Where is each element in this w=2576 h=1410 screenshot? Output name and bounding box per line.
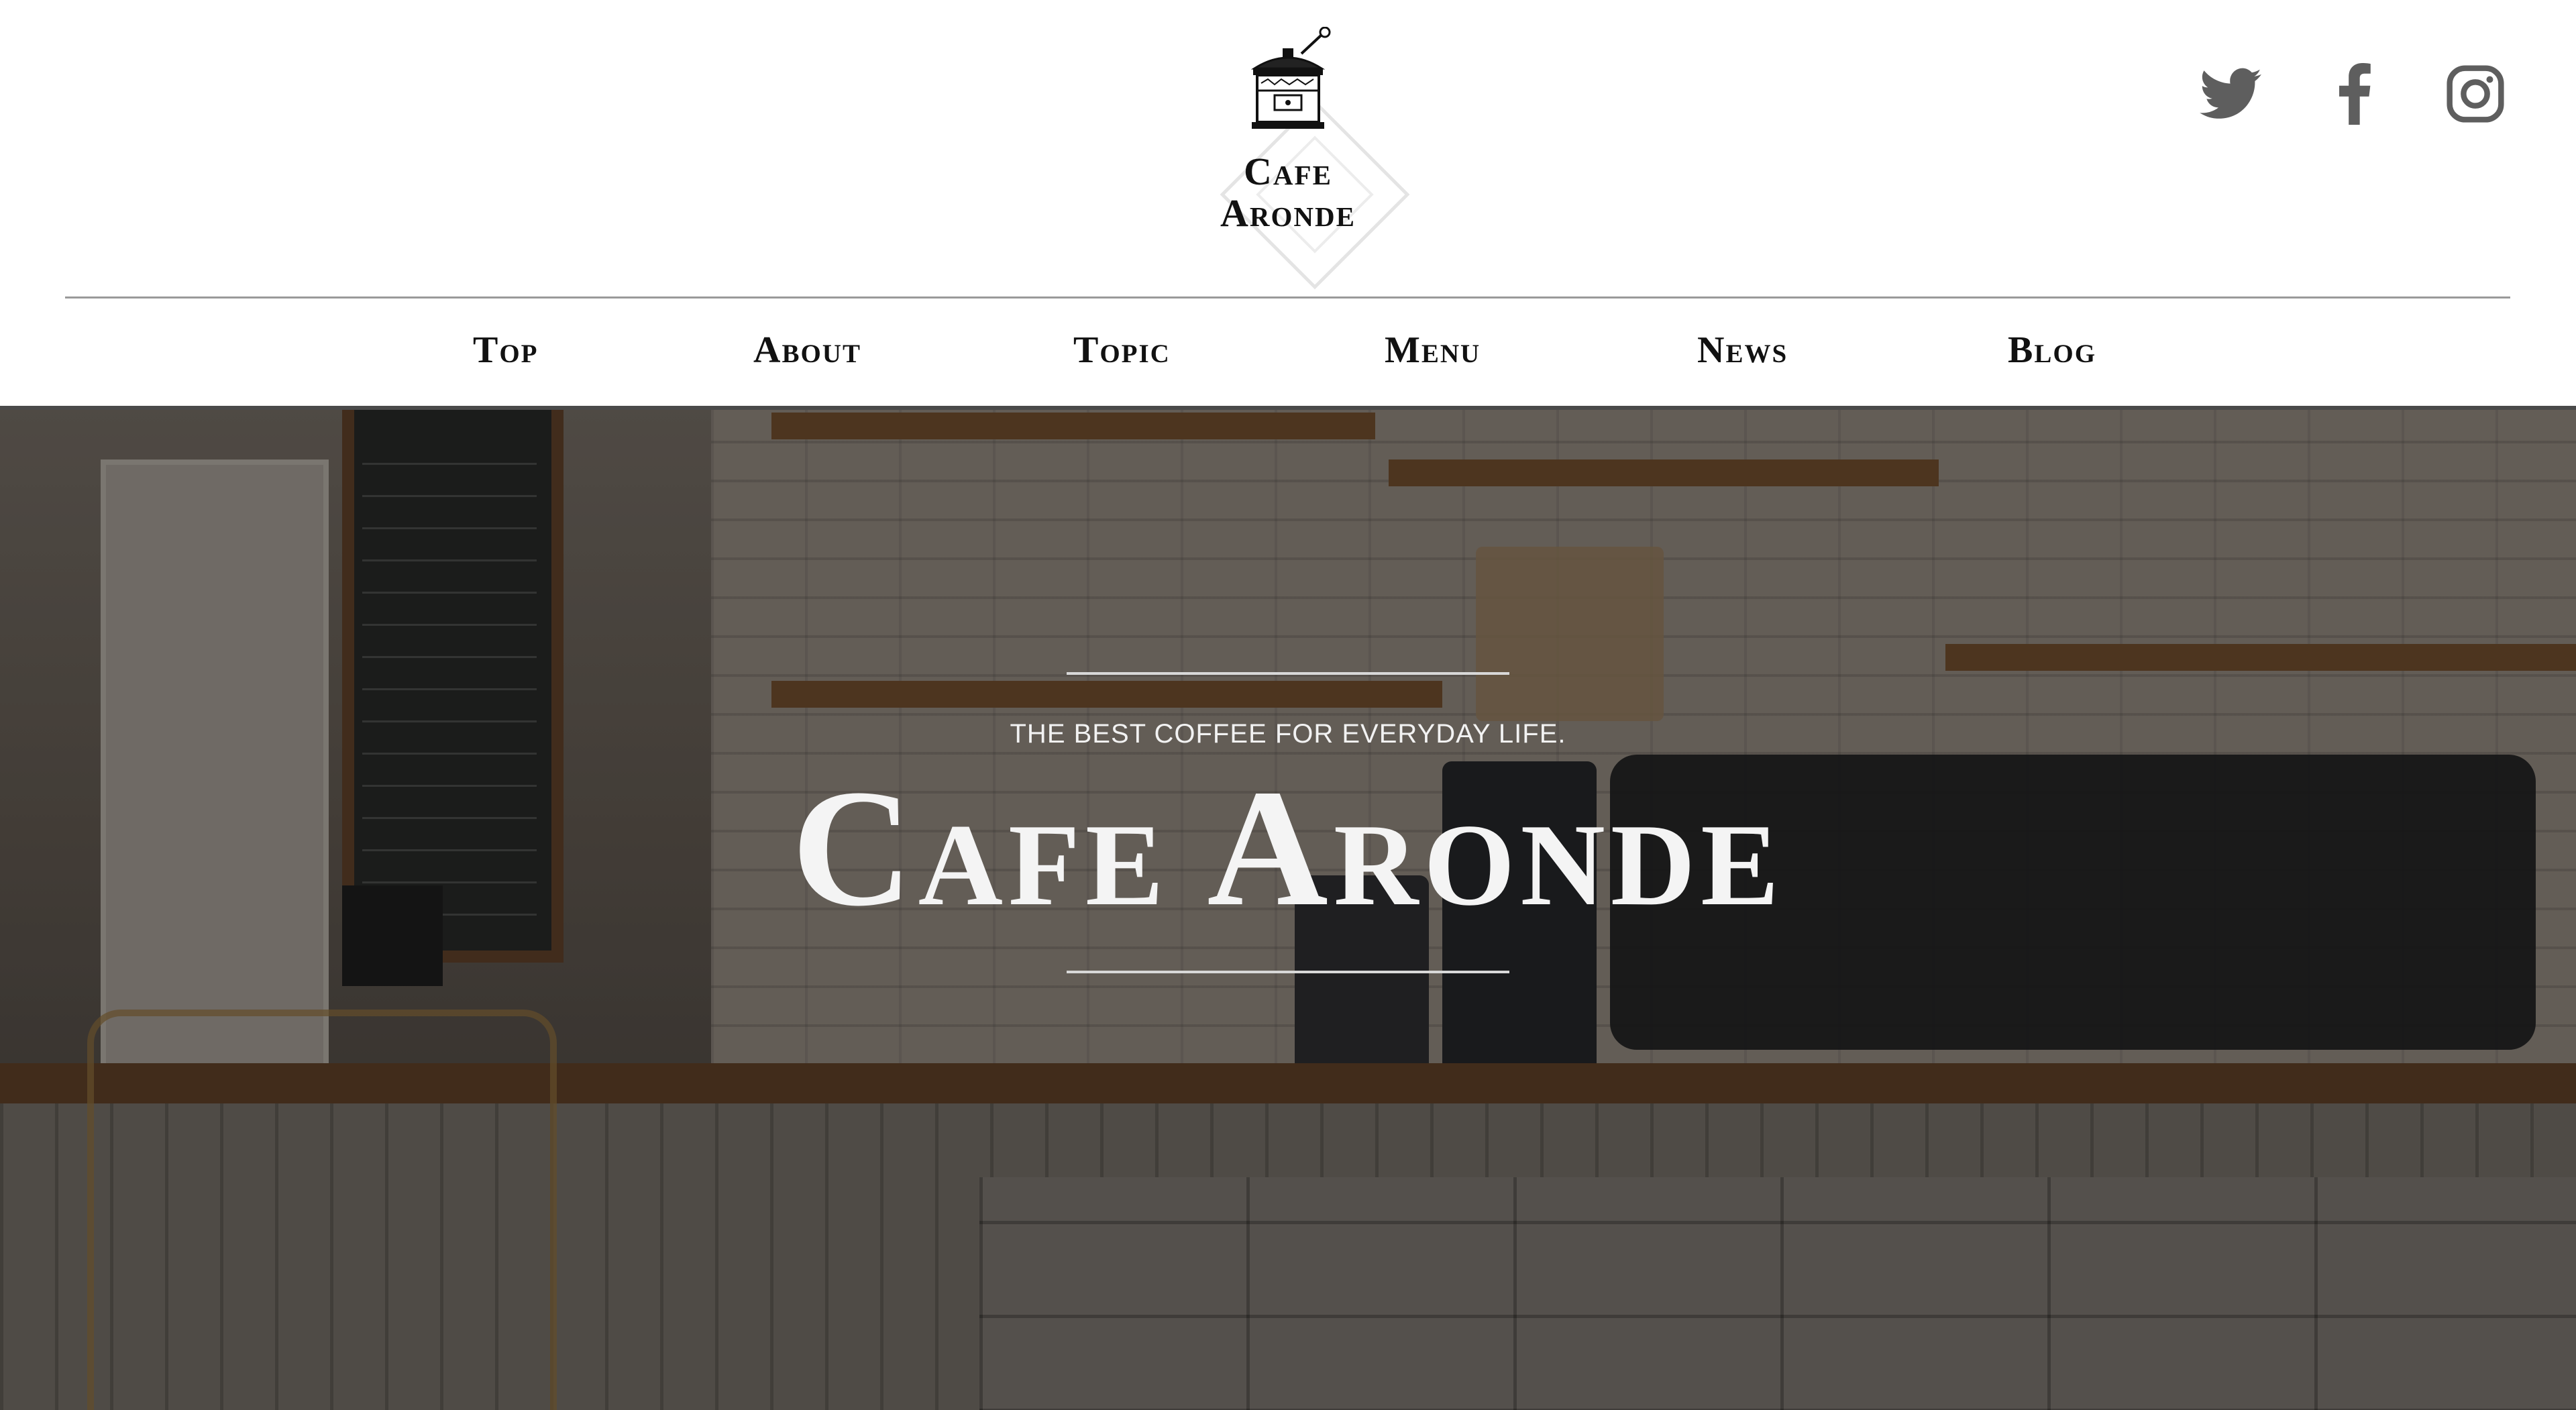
hero-title: Cafe Aronde — [792, 755, 1784, 941]
twitter-icon — [2200, 68, 2261, 119]
nav-item-about[interactable]: About — [753, 329, 861, 376]
instagram-link[interactable] — [2442, 60, 2509, 127]
main-nav: Top About Topic Menu News Blog — [0, 299, 2576, 406]
logo-text-line1: Cafe — [1244, 150, 1332, 193]
logo-wordmark: Cafe Aronde — [1187, 151, 1389, 234]
nav-item-menu[interactable]: Menu — [1385, 329, 1481, 376]
twitter-link[interactable] — [2197, 60, 2264, 127]
hero-top-border — [0, 406, 2576, 410]
nav-item-news[interactable]: News — [1697, 329, 1788, 376]
logo[interactable]: Cafe Aronde — [1187, 27, 1410, 290]
hero-tagline: THE BEST COFFEE FOR EVERYDAY LIFE. — [1010, 719, 1566, 749]
nav-item-blog[interactable]: Blog — [2008, 329, 2096, 376]
site-header: Cafe Aronde — [0, 0, 2576, 295]
hero-rule-bottom — [1067, 971, 1509, 973]
facebook-link[interactable] — [2334, 60, 2375, 127]
hero-rule-top — [1067, 672, 1509, 675]
nav-item-top[interactable]: Top — [473, 329, 539, 376]
logo-text-line2: Aronde — [1220, 191, 1356, 235]
facebook-icon — [2339, 63, 2371, 125]
instagram-icon — [2447, 65, 2504, 123]
coffee-grinder-icon — [1250, 27, 1331, 129]
nav-item-topic[interactable]: Topic — [1073, 329, 1171, 376]
